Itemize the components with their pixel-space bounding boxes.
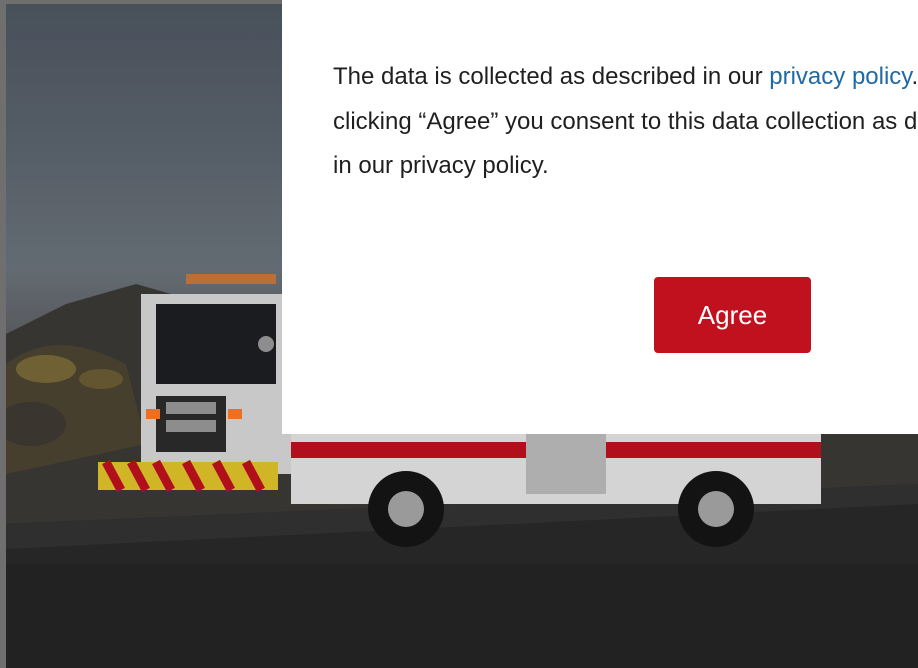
consent-text-intro: The data is collected as described in ou…	[333, 63, 770, 90]
page-viewport: The data is collected as described in ou…	[0, 0, 918, 668]
privacy-policy-link[interactable]: privacy policy	[769, 63, 911, 90]
agree-button[interactable]: Agree	[654, 277, 811, 353]
consent-message: The data is collected as described in ou…	[333, 55, 918, 189]
consent-dialog: The data is collected as described in ou…	[282, 0, 918, 434]
